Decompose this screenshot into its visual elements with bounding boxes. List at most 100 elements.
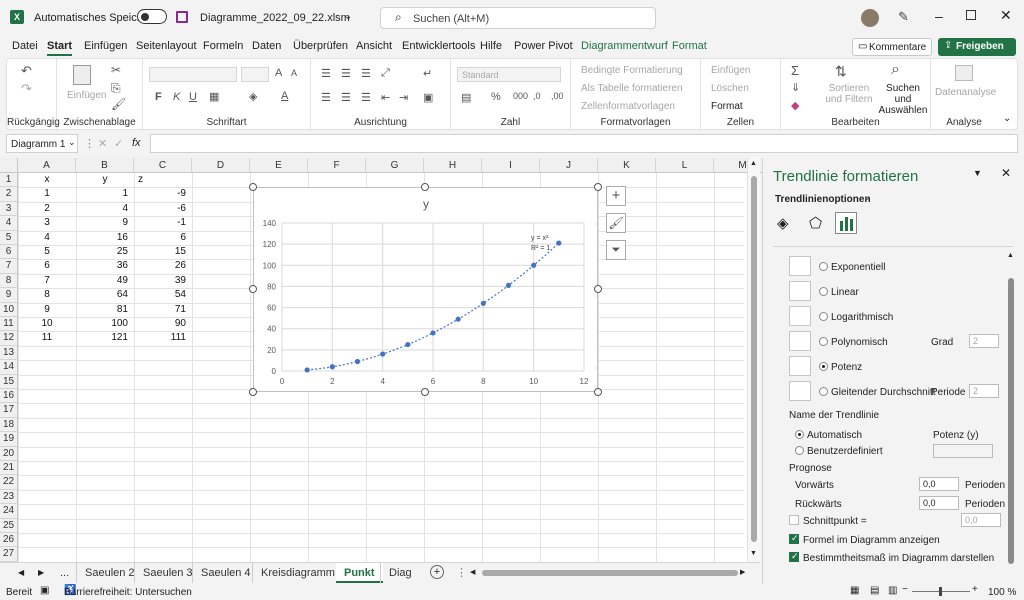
name-auto[interactable]: Automatisch xyxy=(807,430,862,441)
backward-input[interactable]: 0,0 xyxy=(919,496,959,510)
close-icon[interactable]: ✕ xyxy=(1000,7,1012,24)
paste-button[interactable]: Einfügen xyxy=(67,90,106,101)
resize-handle-n[interactable] xyxy=(421,183,429,191)
table-cell[interactable]: 15 xyxy=(134,245,192,259)
bold-icon[interactable]: F xyxy=(155,91,162,103)
table-cell[interactable]: 4 xyxy=(18,231,76,245)
font-size-dropdown[interactable] xyxy=(241,67,269,82)
table-cell[interactable]: 6 xyxy=(18,259,76,273)
type-linear[interactable]: Linear xyxy=(831,287,859,298)
collapse-ribbon-icon[interactable]: ⌄ xyxy=(1003,113,1011,124)
font-name-dropdown[interactable] xyxy=(149,67,237,82)
name-radio-auto[interactable] xyxy=(795,430,804,439)
type-radio-gleitender-durchschnitt[interactable] xyxy=(819,387,828,396)
tab-diagrammentwurf[interactable]: Diagrammentwurf xyxy=(581,40,668,52)
row-header[interactable]: 15 xyxy=(0,374,18,389)
intercept-input[interactable]: 0,0 xyxy=(961,513,1001,527)
more-icon[interactable]: ⋮ xyxy=(456,566,467,579)
italic-icon[interactable]: K xyxy=(173,91,180,103)
zoom-out-icon[interactable]: − xyxy=(902,584,908,595)
type-gleitender-durchschnitt[interactable]: Gleitender Durchschnitt xyxy=(831,387,936,398)
resize-handle-se[interactable] xyxy=(594,388,602,396)
table-cell[interactable]: 71 xyxy=(134,303,192,317)
table-cell[interactable]: 7 xyxy=(18,274,76,288)
table-cell[interactable]: 36 xyxy=(76,259,134,273)
scroll-up-icon[interactable]: ▲ xyxy=(750,160,757,167)
intercept-checkbox[interactable] xyxy=(789,515,799,525)
indent-decrease-icon[interactable]: ⇤ xyxy=(381,91,390,104)
resize-handle-w[interactable] xyxy=(249,285,257,293)
periode-input[interactable]: 2 xyxy=(969,384,999,398)
resize-handle-sw[interactable] xyxy=(249,388,257,396)
table-cell[interactable]: -6 xyxy=(134,202,192,216)
column-header[interactable]: G xyxy=(366,158,424,173)
minimize-icon[interactable]: – xyxy=(935,8,943,24)
pane-options-icon[interactable]: ▼ xyxy=(973,168,982,178)
pane-scroll-thumb[interactable] xyxy=(1008,278,1014,564)
scroll-up-icon[interactable]: ▲ xyxy=(1007,252,1014,259)
column-header[interactable]: H xyxy=(424,158,482,173)
table-cell[interactable]: -9 xyxy=(134,187,192,201)
sheet-tab-saeulen-4[interactable]: Saeulen 4 xyxy=(192,563,259,583)
align-middle-icon[interactable]: ☰ xyxy=(341,67,351,80)
row-header[interactable]: 25 xyxy=(0,518,18,533)
table-cell[interactable]: 49 xyxy=(76,274,134,288)
table-cell[interactable]: 81 xyxy=(76,303,134,317)
table-cell[interactable]: 11 xyxy=(18,331,76,345)
table-cell[interactable]: 10 xyxy=(18,317,76,331)
row-header[interactable]: 26 xyxy=(0,533,18,548)
column-header[interactable]: I xyxy=(482,158,540,173)
worksheet[interactable]: ABCDEFGHIJKLM 1 2 3 4 5 6 7 8 9 10 11 12 13 14 15 16 17 1… xyxy=(0,158,773,563)
merge-icon[interactable]: ▣ xyxy=(423,91,433,104)
zoom-in-icon[interactable]: + xyxy=(972,584,978,595)
row-header[interactable]: 19 xyxy=(0,432,18,447)
data-analysis-button[interactable]: Datenanalyse xyxy=(935,87,996,98)
fill-line-icon[interactable]: ◈ xyxy=(777,214,789,232)
table-cell[interactable]: 111 xyxy=(134,331,192,345)
chart-elements-button[interactable]: + xyxy=(606,186,626,206)
effects-icon[interactable]: ⬠ xyxy=(809,214,822,232)
wrap-text-icon[interactable]: ↵ xyxy=(423,67,432,80)
file-name[interactable]: Diagramme_2022_09_22.xlsm xyxy=(200,12,350,24)
save-icon[interactable] xyxy=(176,11,188,23)
tab-entwicklertools[interactable]: Entwicklertools xyxy=(402,40,475,52)
tab-ansicht[interactable]: Ansicht xyxy=(356,40,392,52)
row-header[interactable]: 17 xyxy=(0,403,18,418)
horizontal-scrollbar[interactable]: ◀ ▶ xyxy=(470,568,750,578)
row-header[interactable]: 23 xyxy=(0,489,18,505)
delete-cells-button[interactable]: Löschen xyxy=(711,83,749,94)
column-header[interactable]: E xyxy=(250,158,308,173)
add-sheet-icon[interactable]: + xyxy=(430,565,444,579)
tab-power-pivot[interactable]: Power Pivot xyxy=(514,40,573,52)
row-header[interactable]: 7 xyxy=(0,259,18,274)
show-equation-label[interactable]: Formel im Diagramm anzeigen xyxy=(803,535,940,546)
sheet-tab-kreisdiagramm[interactable]: Kreisdiagramm xyxy=(252,563,343,583)
table-cell[interactable]: 16 xyxy=(76,231,134,245)
grow-font-icon[interactable]: A xyxy=(275,67,282,79)
row-header[interactable]: 16 xyxy=(0,389,18,404)
table-cell[interactable]: 64 xyxy=(76,288,134,302)
paste-icon[interactable] xyxy=(73,65,91,85)
copy-icon[interactable]: ⎘ xyxy=(111,81,121,96)
table-cell[interactable]: y xyxy=(76,173,134,187)
cut-icon[interactable]: ✂ xyxy=(111,63,121,77)
format-cells-button[interactable]: Format xyxy=(711,101,743,112)
trendline-options-icon[interactable] xyxy=(835,212,857,234)
accounting-icon[interactable]: ▤ xyxy=(461,91,471,104)
macro-record-icon[interactable]: ▣ xyxy=(40,585,49,596)
row-header[interactable]: 21 xyxy=(0,461,18,476)
conditional-formatting-button[interactable]: Bedingte Formatierung xyxy=(581,65,683,76)
table-cell[interactable]: 121 xyxy=(76,331,134,345)
table-cell[interactable]: 4 xyxy=(76,202,134,216)
table-cell[interactable]: x xyxy=(18,173,76,187)
prev-sheet-icon[interactable]: ◀ xyxy=(18,568,24,577)
align-left-icon[interactable]: ☰ xyxy=(321,91,331,104)
row-header[interactable]: 27 xyxy=(0,547,18,562)
name-custom[interactable]: Benutzerdefiniert xyxy=(807,446,883,457)
show-r2-label[interactable]: Bestimmtheitsmaß im Diagramm darstellen xyxy=(803,553,994,564)
chevron-down-icon[interactable]: ⌄ xyxy=(863,192,871,203)
tab-datei[interactable]: Datei xyxy=(12,40,38,52)
sheet-tab-diag[interactable]: Diag xyxy=(380,563,420,583)
type-logarithmisch[interactable]: Logarithmisch xyxy=(831,312,893,323)
insert-cells-button[interactable]: Einfügen xyxy=(711,65,750,76)
